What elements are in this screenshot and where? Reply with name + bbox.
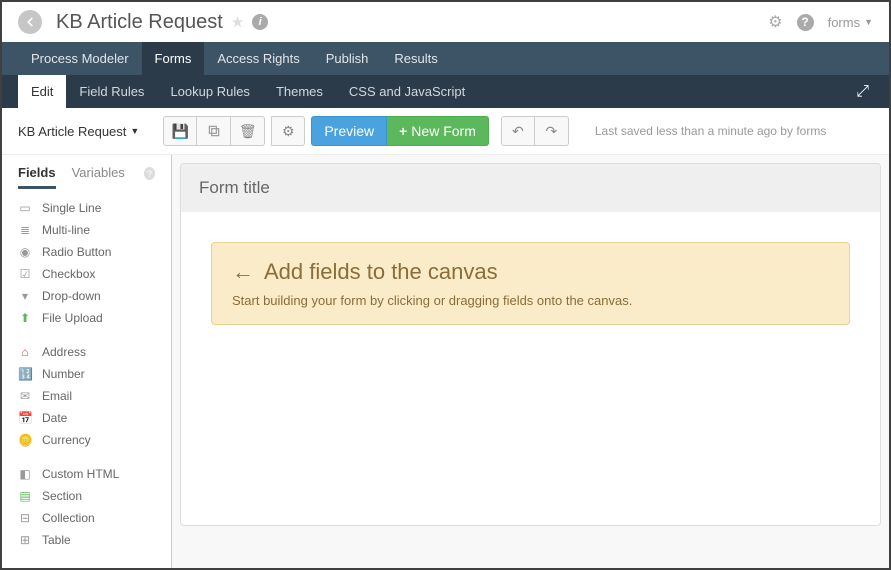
field-drop-down[interactable]: ▾Drop-down xyxy=(2,285,171,307)
save-button[interactable]: 💾 xyxy=(163,116,197,146)
page-header: KB Article Request ★ i ⚙ ? forms▼ xyxy=(2,2,889,42)
field-checkbox[interactable]: ☑Checkbox xyxy=(2,263,171,285)
user-menu[interactable]: forms▼ xyxy=(828,15,873,30)
preview-button[interactable]: Preview xyxy=(311,116,387,146)
field-custom-html[interactable]: ◧Custom HTML xyxy=(2,463,171,485)
subnav-field-rules[interactable]: Field Rules xyxy=(66,75,157,108)
arrow-left-icon: ← xyxy=(232,259,254,285)
nav-access-rights[interactable]: Access Rights xyxy=(204,42,312,75)
field-date[interactable]: 📅Date xyxy=(2,407,171,429)
toolbar: KB Article Request▼ 💾 🗑 ⚙ Preview +New F… xyxy=(2,108,889,155)
save-status: Last saved less than a minute ago by for… xyxy=(595,124,826,138)
empty-canvas-hint: ←Add fields to the canvas Start building… xyxy=(211,242,850,325)
nav-process-modeler[interactable]: Process Modeler xyxy=(18,42,142,75)
redo-button[interactable]: ↷ xyxy=(535,116,569,146)
undo-button[interactable]: ↶ xyxy=(501,116,535,146)
field-section[interactable]: ▤Section xyxy=(2,485,171,507)
copy-button[interactable] xyxy=(197,116,231,146)
help-icon[interactable]: ? xyxy=(797,13,814,31)
nav-results[interactable]: Results xyxy=(381,42,450,75)
form-selector-dropdown[interactable]: KB Article Request▼ xyxy=(18,124,139,139)
expand-icon[interactable]: ⤢ xyxy=(852,83,873,101)
sidebar-tab-fields[interactable]: Fields xyxy=(18,165,56,189)
favorite-star-icon[interactable]: ★ xyxy=(231,13,244,31)
delete-button[interactable]: 🗑 xyxy=(231,116,265,146)
sidebar: Fields Variables ? ▭Single Line ≣Multi-l… xyxy=(2,155,172,568)
settings-gear-icon[interactable]: ⚙ xyxy=(768,12,782,32)
field-number[interactable]: 🔢Number xyxy=(2,363,171,385)
back-button[interactable] xyxy=(18,10,42,34)
new-form-button[interactable]: +New Form xyxy=(387,116,489,146)
variables-help-icon[interactable]: ? xyxy=(144,167,155,180)
field-address[interactable]: ⌂Address xyxy=(2,341,171,363)
field-currency[interactable]: 🪙Currency xyxy=(2,429,171,451)
subnav-lookup-rules[interactable]: Lookup Rules xyxy=(157,75,263,108)
subnav-themes[interactable]: Themes xyxy=(263,75,336,108)
subnav-edit[interactable]: Edit xyxy=(18,75,66,108)
subnav-css-js[interactable]: CSS and JavaScript xyxy=(336,75,478,108)
field-file-upload[interactable]: ⬆File Upload xyxy=(2,307,171,329)
nav-publish[interactable]: Publish xyxy=(313,42,382,75)
sidebar-tab-variables[interactable]: Variables xyxy=(72,165,125,189)
primary-nav: Process Modeler Forms Access Rights Publ… xyxy=(2,42,889,75)
field-multi-line[interactable]: ≣Multi-line xyxy=(2,219,171,241)
form-title[interactable]: Form title xyxy=(181,164,880,212)
field-email[interactable]: ✉Email xyxy=(2,385,171,407)
field-collection[interactable]: ⊟Collection xyxy=(2,507,171,529)
field-radio-button[interactable]: ◉Radio Button xyxy=(2,241,171,263)
settings-button[interactable]: ⚙ xyxy=(271,116,305,146)
form-canvas[interactable]: Form title ←Add fields to the canvas Sta… xyxy=(172,155,889,568)
secondary-nav: Edit Field Rules Lookup Rules Themes CSS… xyxy=(2,75,889,108)
field-table[interactable]: ⊞Table xyxy=(2,529,171,551)
info-icon[interactable]: i xyxy=(252,14,268,30)
page-title: KB Article Request xyxy=(56,11,223,34)
nav-forms[interactable]: Forms xyxy=(142,42,205,75)
field-single-line[interactable]: ▭Single Line xyxy=(2,197,171,219)
field-palette: ▭Single Line ≣Multi-line ◉Radio Button ☑… xyxy=(2,189,171,568)
